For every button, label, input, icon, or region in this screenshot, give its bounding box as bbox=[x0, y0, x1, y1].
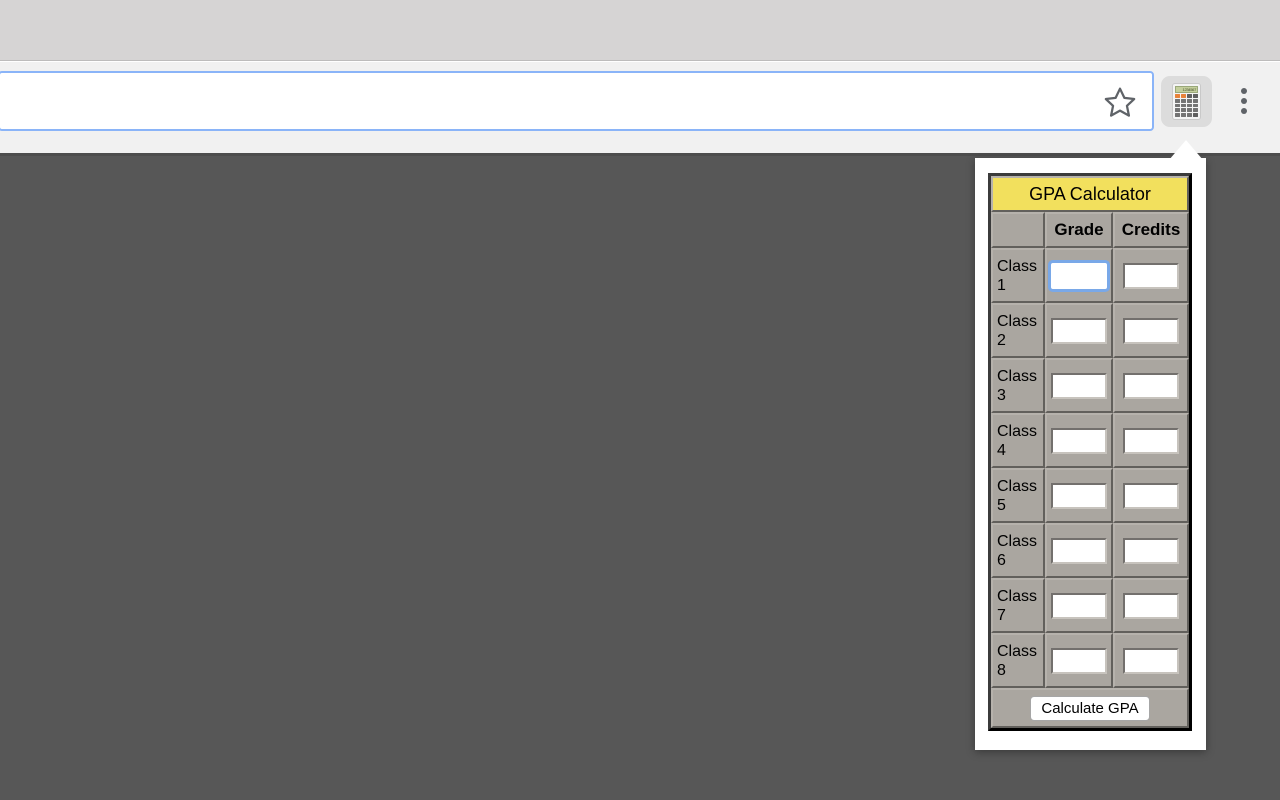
three-dot-menu-icon-dot bbox=[1241, 108, 1247, 114]
credits-input[interactable] bbox=[1123, 372, 1179, 399]
grade-input[interactable] bbox=[1051, 317, 1107, 344]
credits-cell bbox=[1113, 633, 1189, 688]
grade-cell bbox=[1045, 248, 1113, 303]
star-icon bbox=[1104, 87, 1136, 117]
page-title: GPA Calculator bbox=[991, 176, 1189, 212]
grade-cell bbox=[1045, 413, 1113, 468]
browser-menu-button[interactable] bbox=[1232, 80, 1256, 122]
table-row: Class 5 bbox=[991, 468, 1189, 523]
table-footer-row: Calculate GPA bbox=[991, 688, 1189, 728]
calculator-icon: 1234567 bbox=[1172, 83, 1201, 120]
grade-cell bbox=[1045, 633, 1113, 688]
header-blank-cell bbox=[991, 212, 1045, 248]
table-row: Class 2 bbox=[991, 303, 1189, 358]
class-label: Class 5 bbox=[991, 468, 1045, 523]
class-label: Class 3 bbox=[991, 358, 1045, 413]
credits-input[interactable] bbox=[1123, 317, 1179, 344]
popup-title-row: GPA Calculator bbox=[991, 176, 1189, 212]
browser-tab-strip bbox=[0, 0, 1280, 61]
table-header-row: Grade Credits bbox=[991, 212, 1189, 248]
grade-input[interactable] bbox=[1051, 262, 1107, 289]
table-row: Class 8 bbox=[991, 633, 1189, 688]
grade-cell bbox=[1045, 578, 1113, 633]
three-dot-menu-icon bbox=[1241, 88, 1247, 94]
calculator-icon-screen: 1234567 bbox=[1175, 86, 1198, 93]
credits-cell bbox=[1113, 248, 1189, 303]
grade-input[interactable] bbox=[1051, 647, 1107, 674]
grade-cell bbox=[1045, 468, 1113, 523]
grade-input[interactable] bbox=[1051, 372, 1107, 399]
class-label: Class 7 bbox=[991, 578, 1045, 633]
credits-cell bbox=[1113, 303, 1189, 358]
credits-cell bbox=[1113, 578, 1189, 633]
grade-input[interactable] bbox=[1051, 427, 1107, 454]
credits-input[interactable] bbox=[1123, 427, 1179, 454]
credits-input[interactable] bbox=[1123, 262, 1179, 289]
credits-cell bbox=[1113, 358, 1189, 413]
table-row: Class 1 bbox=[991, 248, 1189, 303]
credits-input[interactable] bbox=[1123, 537, 1179, 564]
credits-input[interactable] bbox=[1123, 647, 1179, 674]
credits-cell bbox=[1113, 413, 1189, 468]
grade-input[interactable] bbox=[1051, 537, 1107, 564]
gpa-calculator-popup: GPA Calculator Grade Credits Class 1 Cla… bbox=[975, 158, 1206, 750]
grade-cell bbox=[1045, 358, 1113, 413]
bookmark-star-button[interactable] bbox=[1100, 82, 1140, 122]
address-bar[interactable] bbox=[0, 71, 1154, 131]
credits-cell bbox=[1113, 468, 1189, 523]
class-label: Class 8 bbox=[991, 633, 1045, 688]
credits-cell bbox=[1113, 523, 1189, 578]
popup-arrow bbox=[1169, 140, 1203, 160]
class-label: Class 4 bbox=[991, 413, 1045, 468]
class-label: Class 2 bbox=[991, 303, 1045, 358]
credits-input[interactable] bbox=[1123, 482, 1179, 509]
table-row: Class 6 bbox=[991, 523, 1189, 578]
address-bar-input[interactable] bbox=[18, 73, 1088, 129]
table-row: Class 4 bbox=[991, 413, 1189, 468]
grade-input[interactable] bbox=[1051, 592, 1107, 619]
three-dot-menu-icon-dot bbox=[1241, 98, 1247, 104]
header-credits: Credits bbox=[1113, 212, 1189, 248]
header-grade: Grade bbox=[1045, 212, 1113, 248]
calculator-icon-keys bbox=[1175, 94, 1198, 117]
credits-input[interactable] bbox=[1123, 592, 1179, 619]
browser-window: 1234567 GPA Calculator Grade Credits Cla… bbox=[0, 0, 1280, 800]
gpa-table: GPA Calculator Grade Credits Class 1 Cla… bbox=[988, 173, 1192, 731]
gpa-calculator-extension-button[interactable]: 1234567 bbox=[1161, 76, 1212, 127]
grade-cell bbox=[1045, 523, 1113, 578]
class-label: Class 1 bbox=[991, 248, 1045, 303]
calculate-gpa-button[interactable]: Calculate GPA bbox=[1030, 695, 1150, 721]
table-row: Class 3 bbox=[991, 358, 1189, 413]
table-row: Class 7 bbox=[991, 578, 1189, 633]
class-label: Class 6 bbox=[991, 523, 1045, 578]
footer-cell: Calculate GPA bbox=[991, 688, 1189, 728]
grade-input[interactable] bbox=[1051, 482, 1107, 509]
grade-cell bbox=[1045, 303, 1113, 358]
